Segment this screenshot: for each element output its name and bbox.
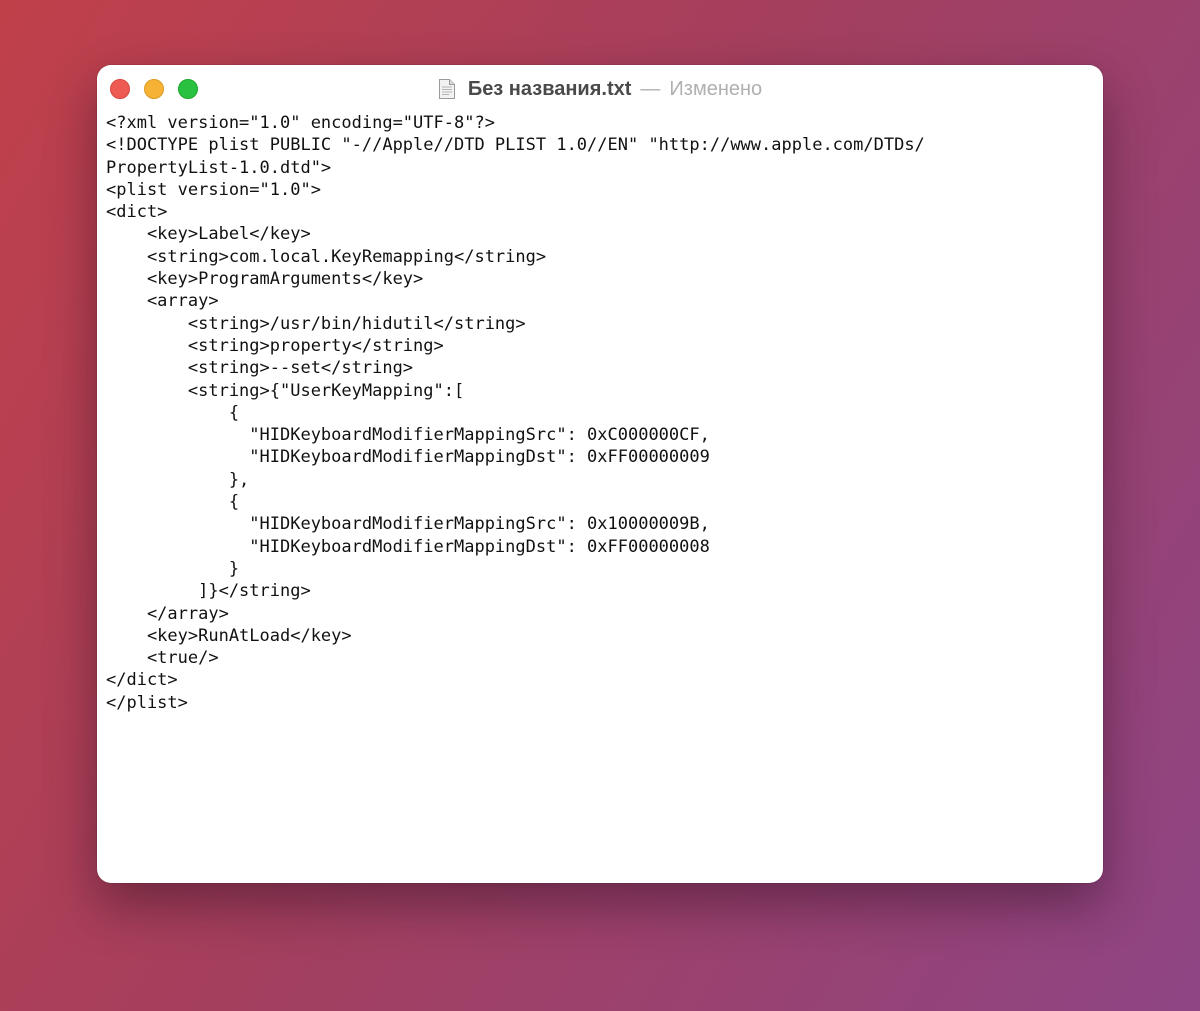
code-line: <string>property</string> [106, 335, 444, 356]
code-line: </dict> [106, 670, 178, 691]
code-line: <string>--set</string> [106, 358, 414, 379]
code-line: <!DOCTYPE plist PUBLIC "-//Apple//DTD PL… [106, 135, 925, 156]
code-line: { [106, 402, 240, 423]
code-line: "HIDKeyboardModifierMappingDst": 0xFF000… [106, 447, 710, 468]
window-titlebar[interactable]: Без названия.txt — Изменено [97, 65, 1103, 111]
text-editor-window[interactable]: Без названия.txt — Изменено <?xml versio… [97, 65, 1103, 883]
code-line: </plist> [106, 692, 188, 713]
code-line: { [106, 492, 240, 513]
code-line: "HIDKeyboardModifierMappingDst": 0xFF000… [106, 536, 710, 557]
code-line: ]}</string> [106, 581, 311, 602]
code-line: "HIDKeyboardModifierMappingSrc": 0xC0000… [106, 425, 710, 446]
code-line: <string>/usr/bin/hidutil</string> [106, 313, 526, 334]
code-line: <key>RunAtLoad</key> [106, 625, 352, 646]
title-separator: — [640, 77, 661, 100]
window-title: Без названия.txt — Изменено [97, 76, 1103, 102]
code-line: } [106, 558, 240, 579]
code-line: <?xml version="1.0" encoding="UTF-8"?> [106, 113, 495, 133]
document-edited-status: Изменено [669, 77, 763, 100]
code-line: <true/> [106, 648, 219, 669]
code-line: }, [106, 469, 250, 490]
code-line: <string>{"UserKeyMapping":[ [106, 380, 465, 401]
code-line: <dict> [106, 202, 168, 223]
code-line: PropertyList-1.0.dtd"> [106, 157, 332, 178]
text-document-icon[interactable] [438, 78, 456, 100]
code-line: <string>com.local.KeyRemapping</string> [106, 246, 547, 267]
code-line: <array> [106, 291, 219, 312]
desktop-background: Без названия.txt — Изменено <?xml versio… [0, 0, 1200, 1011]
code-line: <plist version="1.0"> [106, 179, 321, 200]
document-name[interactable]: Без названия.txt [468, 78, 632, 101]
text-editor-area[interactable]: <?xml version="1.0" encoding="UTF-8"?> <!… [106, 112, 1096, 872]
code-line: "HIDKeyboardModifierMappingSrc": 0x10000… [106, 514, 710, 535]
code-line: </array> [106, 603, 229, 624]
code-line: <key>ProgramArguments</key> [106, 269, 424, 290]
code-line: <key>Label</key> [106, 224, 311, 245]
